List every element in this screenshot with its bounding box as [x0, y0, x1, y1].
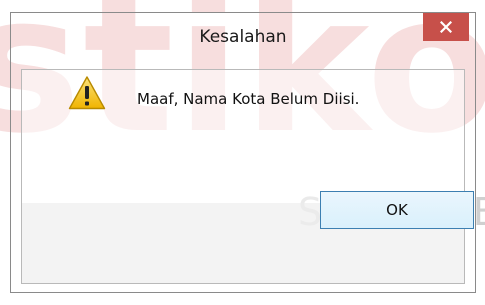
- ok-button[interactable]: OK: [320, 191, 474, 229]
- error-dialog: Kesalahan Maaf, Nama Kota Belum Diisi. O…: [10, 12, 476, 293]
- warning-icon: [68, 75, 106, 115]
- dialog-title: Kesalahan: [199, 27, 287, 47]
- close-button[interactable]: [423, 13, 469, 41]
- close-icon: [440, 21, 452, 33]
- ok-button-label: OK: [386, 201, 408, 219]
- error-message: Maaf, Nama Kota Belum Diisi.: [137, 90, 360, 108]
- title-bar[interactable]: Kesalahan: [11, 13, 475, 69]
